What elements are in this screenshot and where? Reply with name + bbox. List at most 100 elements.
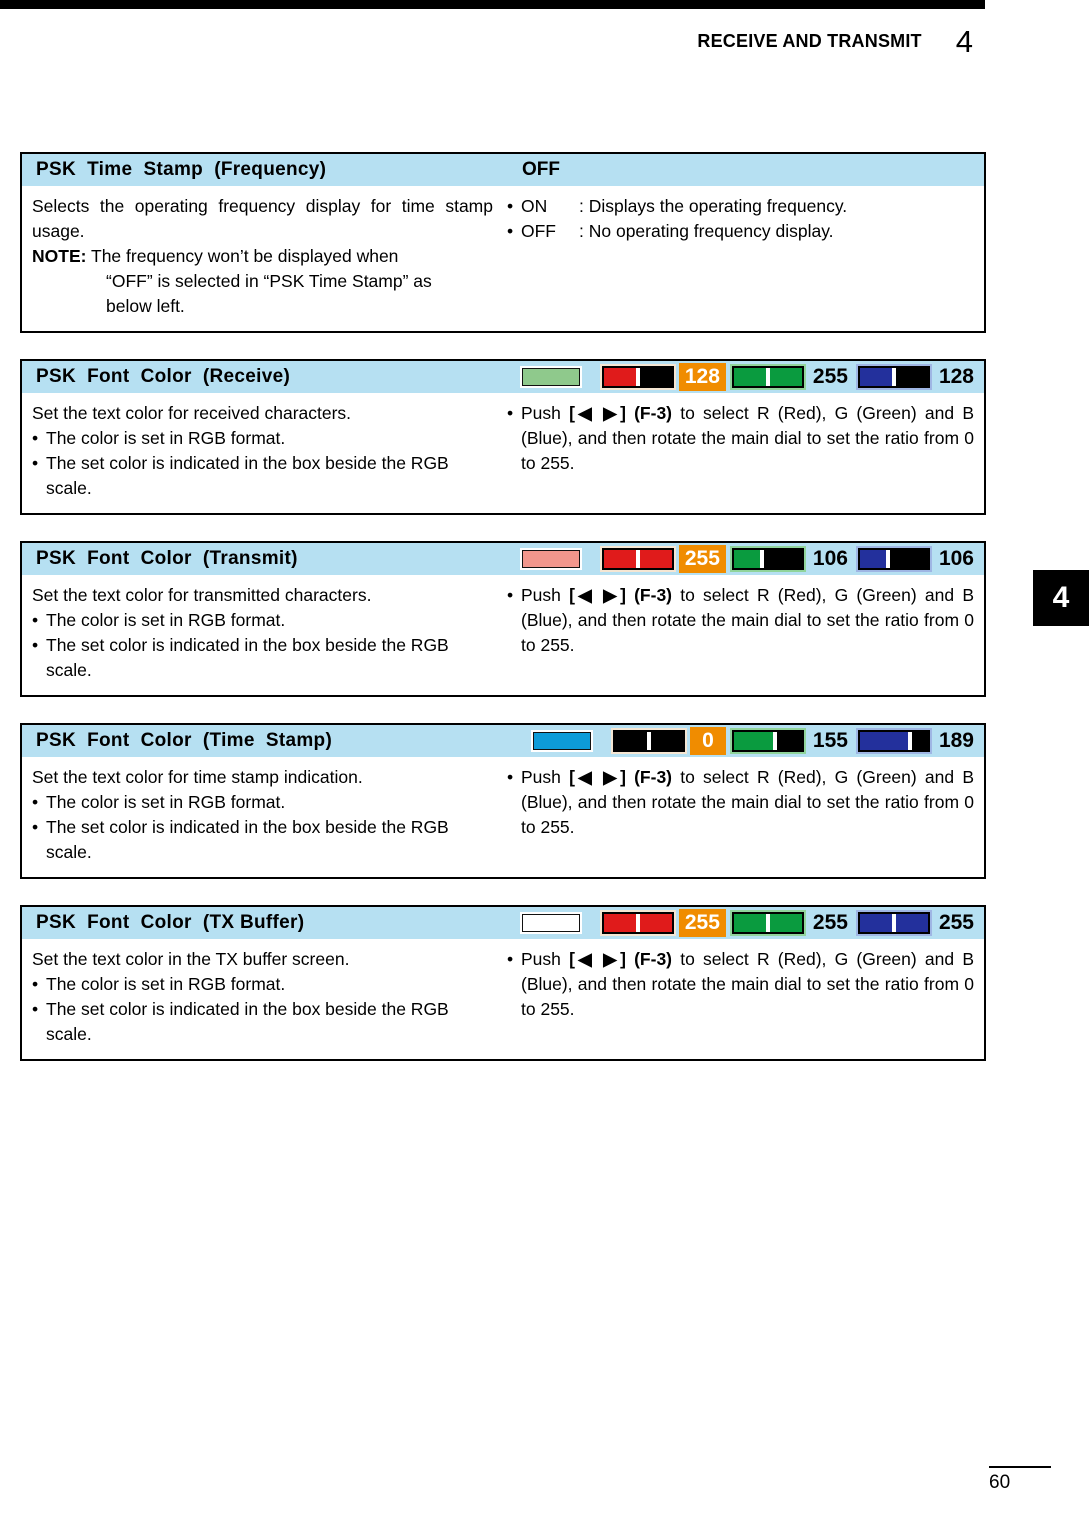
description-bullet-1: The color is set in RGB format. — [32, 790, 493, 815]
rgb-channel-r-marker — [635, 914, 640, 932]
section-title: PSK Font Color (Receive) — [36, 366, 291, 387]
rgb-channel-r[interactable]: 0 — [610, 727, 726, 755]
rgb-channel-b[interactable]: 255 — [855, 910, 978, 936]
section-psk-font-color-time-stamp: PSK Font Color (Time Stamp) 0 155 189 Set th… — [20, 723, 986, 879]
description-column: Set the text color in the TX buffer scre… — [32, 947, 507, 1047]
rgb-channel-g-frame — [729, 728, 806, 754]
rgb-channel-r-slider[interactable] — [601, 912, 674, 934]
rgb-channel-r-fill — [603, 368, 638, 386]
rgb-channel-b-value: 189 — [938, 729, 974, 752]
option-key: ON — [521, 196, 548, 216]
function-key-label: [◀ ▶] (F-3) — [569, 403, 673, 423]
options-column: Push [◀ ▶] (F-3) to select R (Red), G (G… — [507, 947, 974, 1047]
description-bullet-2: The set color is indicated in the box be… — [32, 997, 493, 1047]
rgb-channel-b-frame — [855, 546, 932, 572]
rgb-channel-b-marker — [908, 732, 913, 750]
options-column: Push [◀ ▶] (F-3) to select R (Red), G (G… — [507, 401, 974, 501]
rgb-channel-b-slider[interactable] — [857, 548, 930, 570]
color-preview-swatch — [519, 548, 582, 570]
rgb-channel-b-marker — [892, 368, 897, 386]
section-psk-time-stamp-frequency: PSK Time Stamp (Frequency) OFF Selects the… — [20, 152, 986, 333]
rgb-channel-g-slider[interactable] — [731, 366, 804, 388]
section-header-psk-font-color-time-stamp: PSK Font Color (Time Stamp) 0 155 189 — [22, 725, 984, 757]
option-on: ON : Displays the operating frequency. — [507, 194, 974, 219]
rgb-channel-r-value: 128 — [678, 363, 726, 391]
rgb-channel-b-value: 255 — [938, 911, 974, 934]
rgb-color-widget: 255 106 106 — [519, 545, 978, 573]
section-header-psk-font-color-receive: PSK Font Color (Receive) 128 255 128 — [22, 361, 984, 393]
description-text: Selects the operating frequency display … — [32, 196, 493, 241]
section-title: PSK Font Color (Time Stamp) — [36, 730, 333, 751]
rgb-color-widget: 0 155 189 — [530, 727, 978, 755]
rgb-channel-g[interactable]: 255 — [729, 910, 852, 936]
rgb-channel-g-frame — [729, 364, 806, 390]
rgb-channel-r[interactable]: 128 — [599, 363, 726, 391]
description-bullet-2: The set color is indicated in the box be… — [32, 815, 493, 865]
rgb-channel-b[interactable]: 106 — [855, 546, 978, 572]
rgb-channel-g[interactable]: 155 — [729, 728, 852, 754]
section-psk-font-color-tx-buffer: PSK Font Color (TX Buffer) 255 255 255 Set t… — [20, 905, 986, 1061]
section-title: PSK Font Color (TX Buffer) — [36, 912, 305, 933]
options-column: ON: Displays the operating frequency. OFF… — [507, 194, 974, 319]
description-column: Set the text color for transmitted chara… — [32, 583, 507, 683]
option-value: : Displays the operating frequency. — [579, 196, 848, 216]
section-header-psk-time-stamp-frequency: PSK Time Stamp (Frequency) OFF — [22, 154, 984, 186]
rgb-channel-g-fill — [733, 732, 776, 750]
section-psk-font-color-transmit: PSK Font Color (Transmit) 255 106 106 Set th… — [20, 541, 986, 697]
rgb-channel-r[interactable]: 255 — [599, 909, 726, 937]
color-preview-swatch — [519, 912, 582, 934]
rgb-channel-b[interactable]: 189 — [855, 728, 978, 754]
rgb-channel-g-slider[interactable] — [731, 548, 804, 570]
section-body-psk-time-stamp-frequency: Selects the operating frequency display … — [22, 186, 984, 331]
option-value: : No operating frequency display. — [579, 221, 834, 241]
description-bullet-1: The color is set in RGB format. — [32, 426, 493, 451]
page-footer: 60 — [989, 1466, 1059, 1494]
rgb-channel-r-marker — [635, 550, 640, 568]
function-key-label: [◀ ▶] (F-3) — [569, 949, 673, 969]
section-title: PSK Time Stamp (Frequency) — [36, 159, 327, 180]
rgb-channel-b-marker — [891, 914, 896, 932]
rgb-channel-b-frame — [855, 364, 932, 390]
instruction-paragraph: Push [◀ ▶] (F-3) to select R (Red), G (G… — [507, 401, 974, 476]
rgb-channel-g-slider[interactable] — [731, 912, 804, 934]
rgb-channel-b-fill — [859, 732, 911, 750]
rgb-channel-r-value: 255 — [678, 545, 726, 573]
instruction-paragraph: Push [◀ ▶] (F-3) to select R (Red), G (G… — [507, 583, 974, 658]
rgb-channel-r-slider[interactable] — [601, 548, 674, 570]
options-column: Push [◀ ▶] (F-3) to select R (Red), G (G… — [507, 765, 974, 865]
section-current-value: OFF — [522, 159, 560, 180]
description-bullet-2: The set color is indicated in the box be… — [32, 633, 493, 683]
section-body-psk-font-color-transmit: Set the text color for transmitted chara… — [22, 575, 984, 695]
rgb-channel-g[interactable]: 255 — [729, 364, 852, 390]
section-body-psk-font-color-receive: Set the text color for received characte… — [22, 393, 984, 513]
rgb-channel-g-slider[interactable] — [731, 730, 804, 752]
description-text: Set the text color in the TX buffer scre… — [32, 949, 350, 969]
rgb-channel-g-value: 155 — [812, 729, 848, 752]
section-title: PSK Font Color (Transmit) — [36, 548, 298, 569]
rgb-channel-r-marker — [635, 368, 640, 386]
rgb-channel-b-slider[interactable] — [857, 366, 930, 388]
rgb-channel-g-value: 255 — [812, 365, 848, 388]
rgb-channel-b-slider[interactable] — [857, 912, 930, 934]
rgb-channel-r[interactable]: 255 — [599, 545, 726, 573]
rgb-color-widget: 255 255 255 — [519, 909, 978, 937]
section-psk-font-color-receive: PSK Font Color (Receive) 128 255 128 Set the… — [20, 359, 986, 515]
rgb-channel-g-marker — [760, 550, 765, 568]
rgb-channel-r-slider[interactable] — [612, 730, 685, 752]
rgb-channel-g-marker — [765, 914, 770, 932]
rgb-channel-b-value: 128 — [938, 365, 974, 388]
description-bullet-2: The set color is indicated in the box be… — [32, 451, 493, 501]
rgb-channel-b[interactable]: 128 — [855, 364, 978, 390]
sections-container: PSK Time Stamp (Frequency) OFF Selects the… — [20, 0, 986, 1087]
rgb-channel-g[interactable]: 106 — [729, 546, 852, 572]
color-preview-swatch — [519, 366, 582, 388]
rgb-channel-g-fill — [733, 550, 763, 568]
description-text: Set the text color for time stamp indica… — [32, 767, 363, 787]
rgb-channel-b-slider[interactable] — [857, 730, 930, 752]
description-text: Set the text color for received characte… — [32, 403, 352, 423]
rgb-channel-r-slider[interactable] — [601, 366, 674, 388]
rgb-channel-r-frame — [599, 364, 676, 390]
note-label: NOTE: — [32, 246, 87, 266]
description-text: Set the text color for transmitted chara… — [32, 585, 372, 605]
page-number: 60 — [989, 1472, 1011, 1493]
